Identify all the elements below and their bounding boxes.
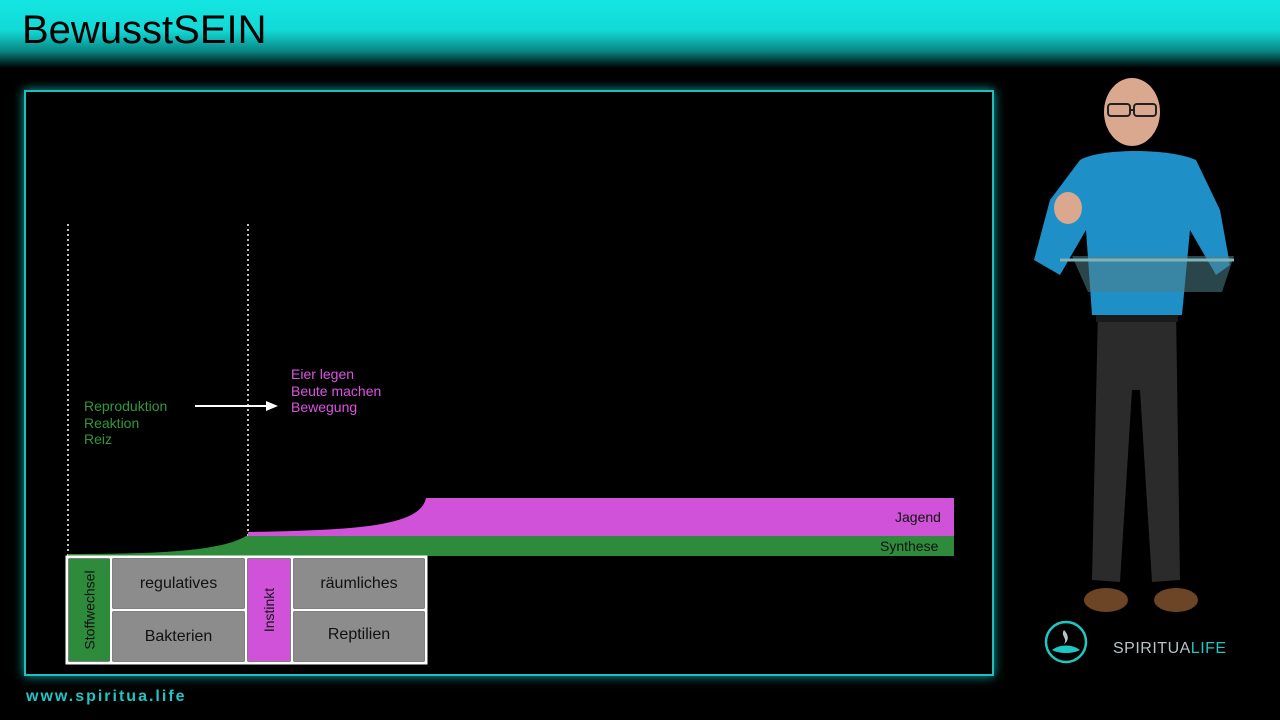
trait-reiz: Reiz — [84, 431, 113, 447]
jagend-band — [248, 498, 954, 536]
cell-bakterien: Bakterien — [113, 612, 244, 661]
stage1-traits: Reproduktion Reaktion Reiz — [84, 398, 167, 448]
trait-reproduktion: Reproduktion — [84, 398, 168, 414]
stoffwechsel-label-box: Stoffwechsel — [69, 559, 110, 661]
cell-reptilien: Reptilien — [294, 612, 424, 661]
band-label-jagend: Jagend — [895, 509, 941, 525]
instinkt-label-box: Instinkt — [248, 559, 290, 661]
arrow-head — [266, 401, 278, 411]
logo-text: SPIRITUALIFE — [1113, 640, 1227, 658]
stage2-traits: Eier legen Beute machen Bewegung — [291, 366, 381, 416]
footer-url: www.spiritua.life — [26, 688, 187, 705]
trait-beute-machen: Beute machen — [291, 382, 382, 399]
trait-bewegung: Bewegung — [291, 399, 358, 415]
cell-raeumliches: räumliches — [294, 559, 424, 608]
cell-regulatives: regulatives — [113, 559, 244, 608]
instinkt-label: Instinkt — [261, 587, 278, 633]
trait-eier-legen: Eier legen — [291, 366, 355, 382]
presenter-figure — [1034, 78, 1234, 612]
logo-text-suffix: LIFE — [1190, 640, 1227, 657]
stoffwechsel-label: Stoffwechsel — [81, 570, 98, 650]
synthese-band — [68, 536, 954, 556]
band-label-synthese: Synthese — [880, 538, 939, 554]
logo-text-prefix: SPIRITUA — [1113, 640, 1191, 657]
trait-reaktion: Reaktion — [84, 414, 140, 431]
